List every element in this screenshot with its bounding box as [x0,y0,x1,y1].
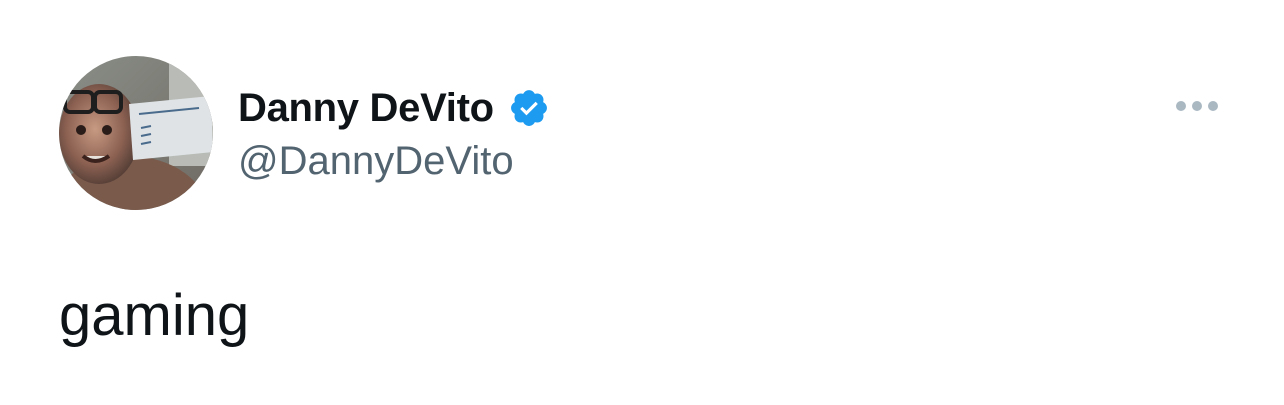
avatar[interactable] [59,56,213,210]
author-handle[interactable]: @DannyDeVito [238,136,514,186]
more-options-button[interactable] [1170,88,1224,124]
tweet-text: gaming [59,283,250,348]
author-display-name[interactable]: Danny DeVito [238,82,494,134]
avatar-photo [59,56,213,210]
tweet-card: Danny DeVito @DannyDeVito gaming [0,0,1284,405]
author-name-row: Danny DeVito [238,82,550,134]
more-dots-icon [1176,101,1218,111]
verified-badge-icon [508,87,550,129]
